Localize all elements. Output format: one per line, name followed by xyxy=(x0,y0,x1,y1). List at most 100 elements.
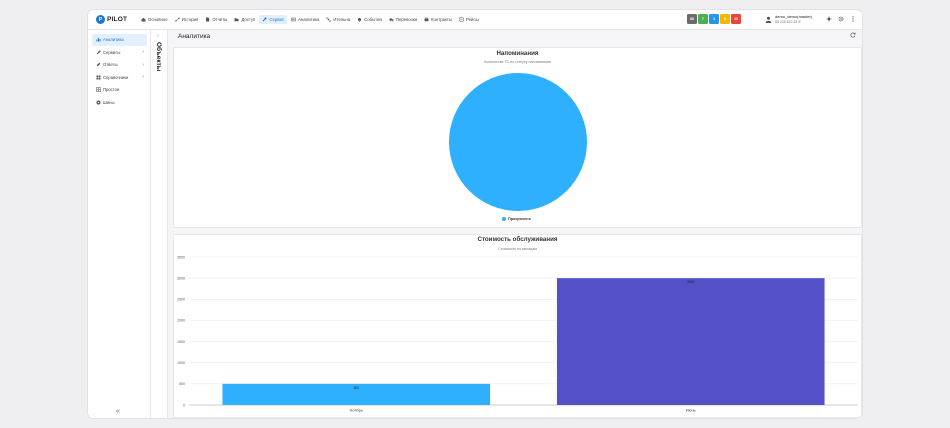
chart-icon xyxy=(96,38,101,42)
page-title: Аналитика xyxy=(178,33,211,40)
bar-chart: 0 500 1000 1500 2000 2500 3000 3500 500 Ноябрь 300… xyxy=(177,255,858,413)
sidebar-item-label: Сервисы xyxy=(103,49,121,55)
sidebar: Аналитика Сервисы › Ответы › Справочники › Прос… xyxy=(88,30,151,418)
y-tick-label: 3500 xyxy=(177,255,185,259)
sidebar-item[interactable]: Справочники › xyxy=(92,72,147,84)
maintenance-cost-chart-card: Стоимость обслуживания Стоимость по меся… xyxy=(173,234,862,418)
nav-item[interactable]: Отчёты xyxy=(202,15,230,24)
nav-item[interactable]: Аналитика xyxy=(288,15,322,24)
nav-item[interactable]: Основное xyxy=(138,15,171,24)
sidebar-item[interactable]: Простои xyxy=(92,84,147,96)
pie-chart xyxy=(449,73,587,211)
sun-icon[interactable] xyxy=(826,16,832,22)
user-name: demo_demo(master) xyxy=(775,14,813,19)
tire-icon xyxy=(96,100,101,105)
sidebar-item-label: Простои xyxy=(103,87,120,93)
x-tick-label: Ноябрь xyxy=(350,409,363,413)
nav-item[interactable]: События xyxy=(354,15,385,24)
nav-item[interactable]: Рейсы xyxy=(456,15,482,24)
nav-item-label: Рейсы xyxy=(465,17,479,22)
objects-panel-label: Объекты xyxy=(155,42,162,72)
user-menu[interactable]: demo_demo(master) 68 235 822.33 ₽ xyxy=(765,14,813,24)
sidebar-item-label: Ответы xyxy=(103,62,118,68)
chevron-left-icon[interactable]: ‹ xyxy=(157,33,159,39)
home-icon xyxy=(141,17,146,22)
legend-marker xyxy=(502,217,506,221)
nav-item-label: События xyxy=(364,17,382,22)
nav-item[interactable]: Контракты xyxy=(421,15,455,24)
y-tick-label: 1000 xyxy=(177,361,185,365)
grid-icon xyxy=(96,87,101,92)
sidebar-item[interactable]: Аналитика xyxy=(92,34,147,46)
main-content: Аналитика Напоминания Количество ТС по с… xyxy=(169,30,862,418)
sidebar-item[interactable]: Ответы › xyxy=(92,59,147,71)
chart-legend[interactable]: Просрочено xyxy=(502,217,531,221)
nav-item-label: Аналитика xyxy=(298,17,320,22)
nav-item-label: Сервис xyxy=(269,17,285,22)
truck-icon xyxy=(389,18,394,22)
sidebar-item[interactable]: Шины xyxy=(92,97,147,109)
status-badges: 66 7 3 0 48 xyxy=(687,14,741,24)
user-balance: 68 235 822.33 ₽ xyxy=(775,19,801,24)
double-chevron-left-icon[interactable]: « xyxy=(116,408,120,415)
nav-item[interactable]: Ительна xyxy=(323,15,353,24)
route-icon xyxy=(174,17,180,22)
nav-item-label: Ительна xyxy=(333,17,351,22)
more-vertical-icon[interactable] xyxy=(850,16,856,22)
edit-icon xyxy=(96,63,101,67)
nav-item-label: История xyxy=(181,17,199,22)
logo-text: PILOT xyxy=(107,16,128,23)
y-tick-label: 3000 xyxy=(177,276,185,280)
table-icon xyxy=(291,17,296,22)
document-icon xyxy=(206,17,210,22)
y-tick-label: 1500 xyxy=(177,340,185,344)
nav-item[interactable]: Сервис xyxy=(259,15,288,24)
bell-icon xyxy=(358,18,362,22)
status-badge[interactable]: 7 xyxy=(698,14,708,24)
main-nav: Основное История Отчёты Доступ Сервис Аналити… xyxy=(138,15,482,24)
status-badge[interactable]: 0 xyxy=(720,14,730,24)
x-tick-label: Июнь xyxy=(686,409,696,413)
refresh-icon[interactable] xyxy=(850,32,856,40)
reminders-chart-card: Напоминания Количество ТС по статусу нап… xyxy=(173,47,862,228)
bar-data-label: 3000 xyxy=(687,280,694,284)
logo[interactable]: P PILOT xyxy=(96,15,138,24)
status-badge[interactable]: 48 xyxy=(731,14,741,24)
list-icon xyxy=(459,17,464,22)
user-icon xyxy=(765,16,772,23)
pie-slice[interactable] xyxy=(449,73,587,211)
bar-data-label: 500 xyxy=(354,386,360,390)
chevron-right-icon: › xyxy=(142,74,144,80)
y-tick-label: 2000 xyxy=(177,319,185,323)
app-window: P PILOT Основное История Отчёты Доступ Серви… xyxy=(88,10,862,418)
sidebar-item-label: Справочники xyxy=(103,74,129,80)
y-tick-label: 2500 xyxy=(177,298,185,302)
sidebar-item-label: Шины xyxy=(103,99,115,105)
top-tools xyxy=(826,16,856,22)
logo-icon: P xyxy=(96,15,105,24)
wrench-icon xyxy=(263,17,267,22)
sidebar-item[interactable]: Сервисы › xyxy=(92,47,147,59)
bar[interactable] xyxy=(556,278,825,405)
chevron-right-icon: › xyxy=(142,61,144,68)
nav-item-label: Основное xyxy=(148,17,168,22)
nav-item[interactable]: Доступ xyxy=(231,15,258,24)
gear-icon[interactable] xyxy=(838,16,844,22)
satellite-icon xyxy=(326,17,332,22)
folder-icon xyxy=(234,18,239,22)
nav-item-label: Доступ xyxy=(241,17,256,22)
nav-item-label: Отчёты xyxy=(212,17,228,22)
nav-item[interactable]: История xyxy=(172,15,202,24)
briefcase-icon xyxy=(424,17,429,22)
nav-item[interactable]: Перевозки xyxy=(386,15,420,24)
y-tick-label: 500 xyxy=(179,382,185,386)
status-badge[interactable]: 66 xyxy=(687,14,697,24)
top-navigation-bar: P PILOT Основное История Отчёты Доступ Серви… xyxy=(88,10,862,30)
objects-panel[interactable]: ‹ Объекты xyxy=(151,30,168,418)
status-badge[interactable]: 3 xyxy=(709,14,719,24)
chevron-right-icon: › xyxy=(142,49,144,55)
legend-label: Просрочено xyxy=(508,217,531,221)
nav-item-label: Контракты xyxy=(430,17,452,22)
nav-item-label: Перевозки xyxy=(395,17,417,22)
y-tick-label: 0 xyxy=(183,403,185,407)
